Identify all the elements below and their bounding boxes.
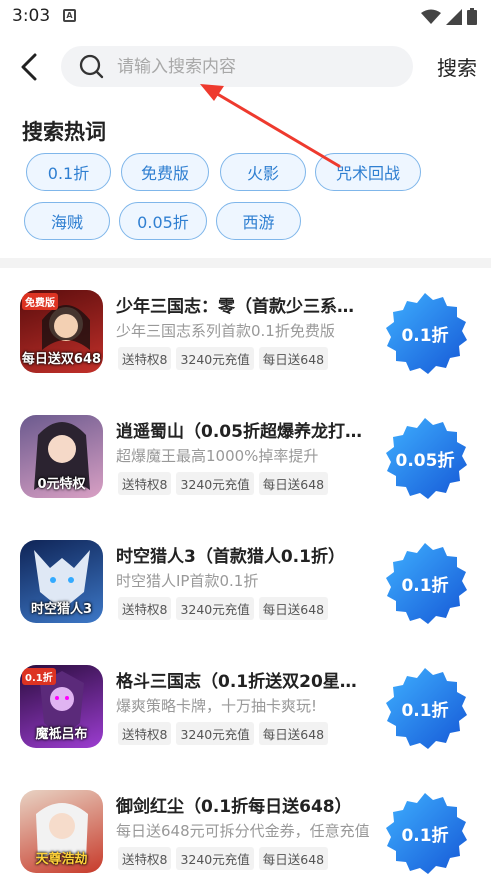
discount-text: 0.05折 xyxy=(395,450,455,471)
icon-label: 时空猎人3 xyxy=(30,602,93,617)
status-time: 3:03 xyxy=(12,6,51,26)
game-name: 逍遥蜀山（0.05折超爆养龙打宝） xyxy=(116,422,370,442)
game-icon: 0.1折 魔袛吕布 xyxy=(20,665,103,748)
hot-tag[interactable]: 海贼 xyxy=(24,202,110,240)
hot-words-title: 搜索热词 xyxy=(22,120,106,144)
hot-tag[interactable]: 西游 xyxy=(216,202,301,240)
game-icon: 免费版 每日送双648 xyxy=(20,290,103,373)
game-desc: 超爆魔王最高1000%掉率提升 xyxy=(116,447,319,465)
hot-tag[interactable]: 免费版 xyxy=(121,153,209,191)
badge: 每日送648 xyxy=(258,847,329,870)
game-icon: 时空猎人3 xyxy=(20,540,103,623)
search-icon xyxy=(79,54,104,79)
game-item[interactable]: 0.1折 魔袛吕布 格斗三国志（0.1折送双20星神将） 爆爽策略卡牌，十万抽卡… xyxy=(0,643,491,768)
icon-label: 0元特权 xyxy=(37,477,86,492)
icon-tag: 免费版 xyxy=(22,293,58,310)
game-name: 御剑红尘（0.1折每日送648） xyxy=(116,797,352,817)
game-desc: 少年三国志系列首款0.1折免费版 xyxy=(116,322,335,340)
icon-label: 天尊浩劫 xyxy=(35,852,88,867)
badge: 送特权8 xyxy=(118,597,172,620)
discount-text: 0.1折 xyxy=(401,825,449,846)
discount-text: 0.1折 xyxy=(401,700,449,721)
badge: 送特权8 xyxy=(118,472,172,495)
search-input[interactable] xyxy=(117,46,397,87)
badge: 3240元充值 xyxy=(176,722,254,745)
badge: 每日送648 xyxy=(258,472,329,495)
game-badges: 送特权8 3240元充值 每日送648 xyxy=(118,472,329,495)
game-badges: 送特权8 3240元充值 每日送648 xyxy=(118,847,329,870)
badge: 3240元充值 xyxy=(176,347,254,370)
game-badges: 送特权8 3240元充值 每日送648 xyxy=(118,722,329,745)
game-badges: 送特权8 3240元充值 每日送648 xyxy=(118,597,329,620)
search-box[interactable] xyxy=(61,46,413,87)
back-button[interactable] xyxy=(14,50,44,84)
status-icons xyxy=(421,8,477,25)
discount-text: 0.1折 xyxy=(401,575,449,596)
game-desc: 爆爽策略卡牌，十万抽卡爽玩! xyxy=(116,697,318,715)
status-bar: 3:03 A xyxy=(0,0,491,34)
hot-tag[interactable]: 火影 xyxy=(220,153,306,191)
badge: 送特权8 xyxy=(118,722,172,745)
badge: 3240元充值 xyxy=(176,472,254,495)
badge: 每日送648 xyxy=(258,347,329,370)
battery-icon xyxy=(467,8,477,25)
game-name: 时空猎人3（首款猎人0.1折） xyxy=(116,547,345,567)
badge: 送特权8 xyxy=(118,847,172,870)
discount-badge[interactable]: 0.1折 xyxy=(381,539,469,627)
icon-label: 魔袛吕布 xyxy=(35,727,88,742)
badge: 3240元充值 xyxy=(176,597,254,620)
game-icon: 天尊浩劫 xyxy=(20,790,103,873)
badge: 送特权8 xyxy=(118,347,172,370)
game-item[interactable]: 0元特权 逍遥蜀山（0.05折超爆养龙打宝） 超爆魔王最高1000%掉率提升 送… xyxy=(0,393,491,518)
game-name: 格斗三国志（0.1折送双20星神将） xyxy=(116,672,370,692)
chevron-left-icon xyxy=(21,53,37,81)
wifi-icon xyxy=(421,9,441,24)
notification-icon: A xyxy=(63,9,76,22)
icon-tag: 0.1折 xyxy=(22,668,56,685)
discount-badge[interactable]: 0.1折 xyxy=(381,289,469,377)
game-badges: 送特权8 3240元充值 每日送648 xyxy=(118,347,329,370)
badge: 3240元充值 xyxy=(176,847,254,870)
game-item[interactable]: 免费版 每日送双648 少年三国志：零（首款少三系列0.1折） 少年三国志系列首… xyxy=(0,268,491,393)
badge: 每日送648 xyxy=(258,722,329,745)
game-desc: 每日送648元可拆分代金券，任意充值 xyxy=(116,822,370,840)
icon-label: 每日送双648 xyxy=(21,352,102,367)
discount-badge[interactable]: 0.1折 xyxy=(381,664,469,752)
game-desc: 时空猎人IP首款0.1折 xyxy=(116,572,259,590)
signal-icon xyxy=(446,8,462,25)
badge: 每日送648 xyxy=(258,597,329,620)
search-button[interactable]: 搜索 xyxy=(437,52,477,81)
hot-tag[interactable]: 咒术回战 xyxy=(315,153,421,191)
hot-tag[interactable]: 0.1折 xyxy=(26,153,111,191)
game-item[interactable]: 时空猎人3 时空猎人3（首款猎人0.1折） 时空猎人IP首款0.1折 送特权8 … xyxy=(0,518,491,643)
game-icon: 0元特权 xyxy=(20,415,103,498)
discount-badge[interactable]: 0.05折 xyxy=(381,414,469,502)
discount-text: 0.1折 xyxy=(401,325,449,346)
section-divider xyxy=(0,258,491,268)
game-name: 少年三国志：零（首款少三系列0.1折） xyxy=(116,297,370,317)
discount-badge[interactable]: 0.1折 xyxy=(381,789,469,877)
search-header: 搜索 xyxy=(0,40,491,96)
game-item[interactable]: 天尊浩劫 御剑红尘（0.1折每日送648） 每日送648元可拆分代金券，任意充值… xyxy=(0,768,491,893)
hot-tag[interactable]: 0.05折 xyxy=(119,202,207,240)
